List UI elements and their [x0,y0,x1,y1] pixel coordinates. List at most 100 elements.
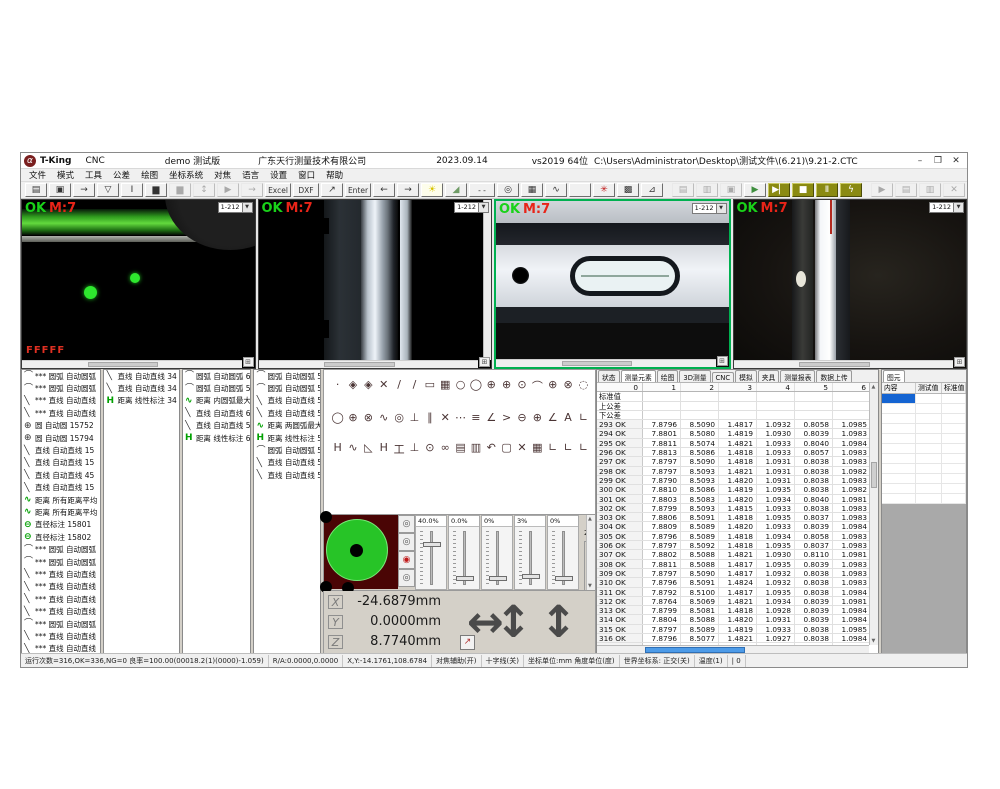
light-slider-5[interactable]: 0% [547,515,579,590]
measure-tool-icon[interactable]: ∞ [438,441,453,457]
results-tab[interactable]: 3D测量 [679,370,710,382]
scrollbar-thumb[interactable] [799,362,869,367]
element-list-panel-1[interactable]: ⌒*** 圆弧 自动圆弧⌒*** 圆弧 自动圆弧╲*** 直线 自动直线╲***… [21,369,101,655]
grid-data-row[interactable]: 313 OK7.87998.50811.48181.09280.80391.09… [597,606,869,615]
save-secondary-button[interactable]: ▤ [895,183,917,197]
minimize-icon[interactable]: – [911,153,929,169]
menu-item[interactable]: 公差 [113,169,130,181]
light-slider-1[interactable]: 40.0% [415,515,447,590]
measure-tool-icon[interactable]: ▥ [468,441,483,457]
scrollbar-thumb[interactable] [562,361,632,366]
list-item[interactable]: ⌒*** 圆弧 自动圆弧 [22,618,100,630]
results-tab[interactable]: 模拟 [735,370,757,382]
measure-tool-icon[interactable]: ∟ [560,441,575,457]
slider-thumb[interactable] [489,576,507,581]
list-item[interactable]: ∿距离 内圆弧最大距 [183,395,251,407]
grid-data-row[interactable]: 311 OK7.87928.51001.48171.09350.80381.09… [597,588,869,597]
grid-data-row[interactable]: 298 OK7.87978.50931.48211.09310.80381.09… [597,467,869,476]
grid-data-row[interactable]: 295 OK7.88118.50741.48211.09330.80401.09… [597,439,869,448]
measure-tool-icon[interactable]: ⊕ [484,378,499,394]
excel-export-button[interactable]: Excel [265,183,291,197]
list-item[interactable]: ╲*** 直线 自动直线 [22,630,100,642]
list-item[interactable]: ⌒圆弧 自动圆弧 55 [254,444,320,456]
ring-inner-icon[interactable]: ◎ [398,569,415,587]
detail-row[interactable] [882,434,966,444]
list-item[interactable]: ⊖直径标注 15802 [22,531,100,543]
play-secondary-button[interactable]: ▶ [871,183,893,197]
chart-button[interactable]: ⊿ [641,183,663,197]
menu-item[interactable]: 工具 [85,169,102,181]
measure-tool-icon[interactable]: H [376,441,391,457]
measure-tool-icon[interactable]: ∥ [422,411,437,424]
ring-outer-icon[interactable]: ◎ [398,533,415,551]
measure-tool-icon[interactable]: / [391,378,406,394]
detail-row[interactable] [882,454,966,464]
detail-row[interactable] [882,414,966,424]
camera-view-1[interactable]: OKM:7FFFFF1-212▼⊞ [21,199,256,369]
laser-button[interactable]: ✳ [593,183,615,197]
grid-data-row[interactable]: 299 OK7.87908.50931.48201.09310.80381.09… [597,476,869,485]
list-item[interactable]: ╲直线 自动直线 34 [104,382,178,394]
detail-row[interactable] [882,424,966,434]
measure-tool-icon[interactable]: ⊗ [361,411,376,424]
fast-run-button[interactable]: ϟ [840,183,862,197]
results-tab[interactable]: 状态 [598,370,620,382]
list-item[interactable]: ╲直线 自动直线 15 [22,457,100,469]
measure-tool-icon[interactable]: ⊙ [422,441,437,457]
blank-button[interactable] [569,183,591,197]
list-item[interactable]: ⌒圆弧 自动圆弧 66 [183,370,251,382]
measure-tool-icon[interactable]: ▭ [422,378,437,394]
title-bar[interactable]: α T-King CNC demo 测试版 广东天行测量技术有限公司 2023.… [21,153,967,169]
measure-tool-icon[interactable]: ∠ [484,411,499,424]
measure-tool-icon[interactable]: ⊥ [407,411,422,424]
measure-tool-icon[interactable]: ◈ [361,378,376,394]
results-tab[interactable]: 测量报表 [780,370,815,382]
grid-special-row[interactable]: 下公差 [597,411,869,420]
chevron-down-icon[interactable]: ▼ [243,202,253,213]
open-secondary-button[interactable]: ▥ [919,183,941,197]
list-item[interactable]: H距离 线性标注 66 [183,432,251,444]
detail-row[interactable] [882,444,966,454]
menu-item[interactable]: 文件 [29,169,46,181]
element-list-panel-4[interactable]: ⌒圆弧 自动圆弧 55 ⌒圆弧 自动圆弧 55 ╲直线 自动直线 55╲直线 自动直… [253,369,321,655]
camera-zoom-select[interactable]: 1-212▼ [454,202,489,213]
measure-tool-icon[interactable]: ▦ [530,441,545,457]
ring-light-preview[interactable] [324,515,398,589]
camera-scrollbar[interactable] [259,360,479,368]
list-item[interactable]: ╲直线 自动直线 55 [254,395,320,407]
list-item[interactable]: ╲*** 直线 自动直线 [22,593,100,605]
measure-tool-icon[interactable]: / [407,378,422,394]
zoom-tool-button[interactable]: ◎ [497,183,519,197]
measure-tool-icon[interactable]: ↶ [484,441,499,457]
list-item[interactable]: ⌒圆弧 自动圆弧 55 [254,370,320,382]
block-lower-button[interactable]: ▆ [169,183,191,197]
list-item[interactable]: ╲*** 直线 自动直线 [22,581,100,593]
grid-data-row[interactable]: 304 OK7.88098.50891.48201.09330.80391.09… [597,522,869,531]
measure-tool-icon[interactable]: ∟ [545,441,560,457]
slider-thumb[interactable] [456,576,474,581]
list-item[interactable]: ∿距离 两圆弧最大距 [254,420,320,432]
list-item[interactable]: ⌒*** 圆弧 自动圆弧 [22,370,100,382]
grid-data-row[interactable]: 308 OK7.88118.50881.48171.09350.80391.09… [597,560,869,569]
list-item[interactable]: ╲直线 自动直线 55 [254,407,320,419]
grid-tool-button[interactable]: ▦ [521,183,543,197]
plot-button[interactable]: ↗ [321,183,343,197]
measure-tool-icon[interactable]: ⊕ [499,378,514,394]
measure-tool-icon[interactable]: ▤ [453,441,468,457]
measure-tool-icon[interactable]: ◎ [391,411,406,424]
camera-scrollbar[interactable] [496,359,716,367]
camera-view-3[interactable]: OKM:71-212▼⊞ [494,199,731,369]
run-button[interactable]: ▶ [744,183,766,197]
camera-zoom-select[interactable]: 1-212▼ [929,202,964,213]
measure-tool-icon[interactable]: 工 [391,441,406,457]
menu-item[interactable]: 绘图 [141,169,158,181]
camera-zoom-select[interactable]: 1-212▼ [692,203,727,214]
slider-thumb[interactable] [423,542,441,547]
list-item[interactable]: ╲直线 自动直线 15 [22,482,100,494]
measure-tool-icon[interactable]: ✕ [438,411,453,424]
list-item[interactable]: ⌒*** 圆弧 自动圆弧 [22,543,100,555]
pause-button[interactable]: Ⅱ [816,183,838,197]
results-tab[interactable]: CNC [712,372,735,382]
detail-row[interactable] [882,474,966,484]
menu-item[interactable]: 模式 [57,169,74,181]
